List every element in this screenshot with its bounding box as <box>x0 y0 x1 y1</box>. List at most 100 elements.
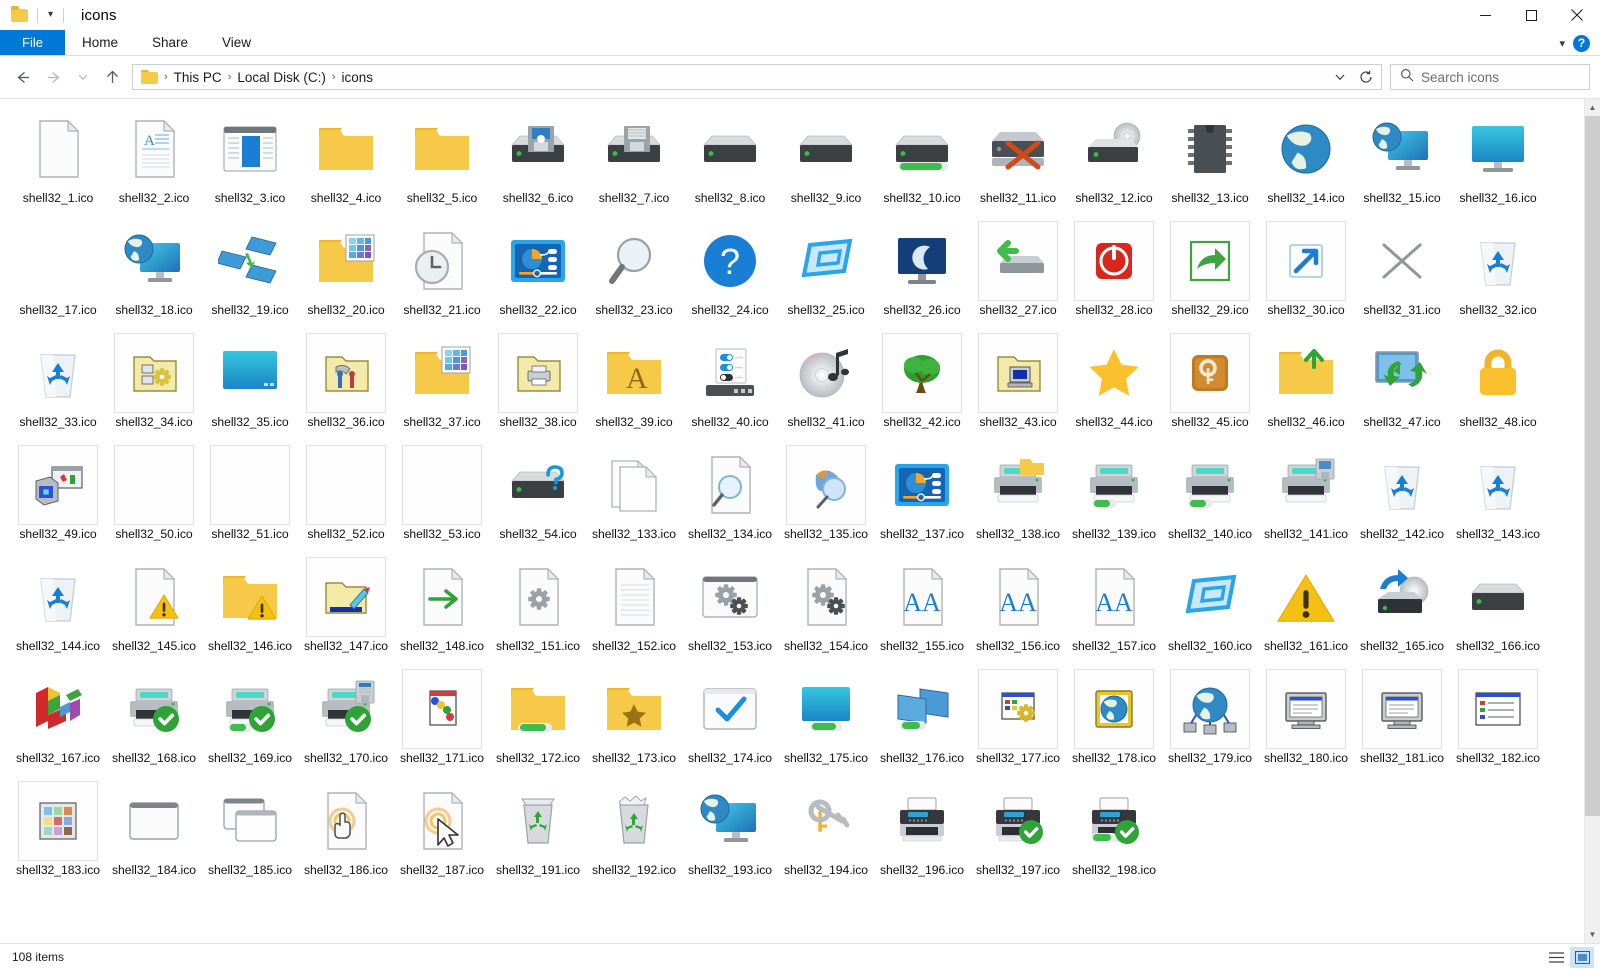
scrollbar-thumb[interactable] <box>1585 116 1600 816</box>
back-button[interactable] <box>6 61 38 93</box>
file-item[interactable]: shell32_18.ico <box>106 217 202 329</box>
forward-button[interactable] <box>38 61 70 93</box>
file-item[interactable]: shell32_194.ico <box>778 777 874 889</box>
file-item[interactable]: shell32_198.ico <box>1066 777 1162 889</box>
chevron-down-icon[interactable]: ▾ <box>45 10 56 20</box>
file-item[interactable]: shell32_196.ico <box>874 777 970 889</box>
file-item[interactable]: shell32_30.ico <box>1258 217 1354 329</box>
help-icon[interactable]: ? <box>1573 35 1590 52</box>
file-item[interactable]: AAshell32_157.ico <box>1066 553 1162 665</box>
file-item[interactable]: shell32_134.ico <box>682 441 778 553</box>
large-icons-view-icon[interactable] <box>1570 947 1594 968</box>
file-item[interactable]: shell32_17.ico <box>10 217 106 329</box>
vertical-scrollbar[interactable]: ▲ ▼ <box>1584 99 1600 943</box>
file-item[interactable]: shell32_6.ico <box>490 105 586 217</box>
file-item[interactable]: shell32_138.ico <box>970 441 1066 553</box>
file-item[interactable]: shell32_181.ico <box>1354 665 1450 777</box>
file-item[interactable]: shell32_165.ico <box>1354 553 1450 665</box>
file-item[interactable]: shell32_140.ico <box>1162 441 1258 553</box>
file-item[interactable]: shell32_14.ico <box>1258 105 1354 217</box>
file-item[interactable]: shell32_169.ico <box>202 665 298 777</box>
file-item[interactable]: shell32_144.ico <box>10 553 106 665</box>
search-input[interactable]: Search icons <box>1421 70 1499 85</box>
file-item[interactable]: shell32_50.ico <box>106 441 202 553</box>
file-item[interactable]: shell32_154.ico <box>778 553 874 665</box>
file-item[interactable]: shell32_183.ico <box>10 777 106 889</box>
file-item[interactable]: shell32_151.ico <box>490 553 586 665</box>
file-item[interactable]: shell32_38.ico <box>490 329 586 441</box>
file-item[interactable]: shell32_141.ico <box>1258 441 1354 553</box>
file-item[interactable]: shell32_37.ico <box>394 329 490 441</box>
file-grid[interactable]: shell32_1.icoAshell32_2.icoshell32_3.ico… <box>0 99 1584 943</box>
file-item[interactable]: shell32_147.ico <box>298 553 394 665</box>
file-item[interactable]: shell32_161.ico <box>1258 553 1354 665</box>
file-item[interactable]: shell32_170.ico <box>298 665 394 777</box>
file-item[interactable]: shell32_145.ico <box>106 553 202 665</box>
file-item[interactable]: shell32_7.ico <box>586 105 682 217</box>
file-item[interactable]: shell32_137.ico <box>874 441 970 553</box>
file-item[interactable]: shell32_175.ico <box>778 665 874 777</box>
file-item[interactable]: Ashell32_2.ico <box>106 105 202 217</box>
file-item[interactable]: shell32_167.ico <box>10 665 106 777</box>
file-item[interactable]: shell32_176.ico <box>874 665 970 777</box>
file-item[interactable]: shell32_33.ico <box>10 329 106 441</box>
minimize-button[interactable] <box>1462 0 1508 30</box>
file-item[interactable]: shell32_197.ico <box>970 777 1066 889</box>
file-item[interactable]: shell32_152.ico <box>586 553 682 665</box>
file-item[interactable]: shell32_135.ico <box>778 441 874 553</box>
file-item[interactable]: shell32_36.ico <box>298 329 394 441</box>
file-item[interactable]: shell32_192.ico <box>586 777 682 889</box>
file-item[interactable]: shell32_12.ico <box>1066 105 1162 217</box>
file-item[interactable]: shell32_29.ico <box>1162 217 1258 329</box>
file-item[interactable]: shell32_47.ico <box>1354 329 1450 441</box>
file-item[interactable]: shell32_25.ico <box>778 217 874 329</box>
file-item[interactable]: shell32_153.ico <box>682 553 778 665</box>
file-item[interactable]: shell32_45.ico <box>1162 329 1258 441</box>
file-item[interactable]: shell32_10.ico <box>874 105 970 217</box>
file-item[interactable]: shell32_185.ico <box>202 777 298 889</box>
file-item[interactable]: shell32_168.ico <box>106 665 202 777</box>
file-item[interactable]: shell32_32.ico <box>1450 217 1546 329</box>
file-item[interactable]: shell32_49.ico <box>10 441 106 553</box>
file-item[interactable]: shell32_31.ico <box>1354 217 1450 329</box>
file-item[interactable]: shell32_180.ico <box>1258 665 1354 777</box>
maximize-button[interactable] <box>1508 0 1554 30</box>
breadcrumb-local-disk[interactable]: Local Disk (C:) <box>232 68 331 87</box>
file-item[interactable]: shell32_177.ico <box>970 665 1066 777</box>
file-item[interactable]: shell32_46.ico <box>1258 329 1354 441</box>
chevron-down-icon[interactable] <box>1327 65 1353 89</box>
file-item[interactable]: shell32_187.ico <box>394 777 490 889</box>
file-item[interactable]: shell32_178.ico <box>1066 665 1162 777</box>
file-item[interactable]: shell32_16.ico <box>1450 105 1546 217</box>
file-item[interactable]: shell32_54.ico <box>490 441 586 553</box>
file-item[interactable]: shell32_3.ico <box>202 105 298 217</box>
chevron-down-icon[interactable]: ▾ <box>1559 37 1565 50</box>
file-item[interactable]: shell32_191.ico <box>490 777 586 889</box>
file-item[interactable]: shell32_186.ico <box>298 777 394 889</box>
file-item[interactable]: shell32_53.ico <box>394 441 490 553</box>
file-item[interactable]: shell32_9.ico <box>778 105 874 217</box>
file-item[interactable]: shell32_35.ico <box>202 329 298 441</box>
file-item[interactable]: shell32_184.ico <box>106 777 202 889</box>
breadcrumb-icons[interactable]: icons <box>337 68 379 87</box>
details-view-icon[interactable] <box>1544 947 1568 968</box>
file-item[interactable]: shell32_193.ico <box>682 777 778 889</box>
file-item[interactable]: shell32_5.ico <box>394 105 490 217</box>
file-item[interactable]: shell32_139.ico <box>1066 441 1162 553</box>
recent-locations-button[interactable] <box>70 61 96 93</box>
file-item[interactable]: shell32_143.ico <box>1450 441 1546 553</box>
file-item[interactable]: shell32_142.ico <box>1354 441 1450 553</box>
search-box[interactable]: Search icons <box>1390 64 1590 90</box>
file-item[interactable]: shell32_148.ico <box>394 553 490 665</box>
file-item[interactable]: shell32_23.ico <box>586 217 682 329</box>
file-item[interactable]: shell32_51.ico <box>202 441 298 553</box>
file-item[interactable]: Ashell32_39.ico <box>586 329 682 441</box>
file-item[interactable]: ?shell32_24.ico <box>682 217 778 329</box>
file-item[interactable]: shell32_27.ico <box>970 217 1066 329</box>
file-item[interactable]: shell32_52.ico <box>298 441 394 553</box>
refresh-icon[interactable] <box>1353 65 1379 89</box>
file-item[interactable]: shell32_44.ico <box>1066 329 1162 441</box>
file-item[interactable]: shell32_166.ico <box>1450 553 1546 665</box>
file-item[interactable]: shell32_40.ico <box>682 329 778 441</box>
file-item[interactable]: shell32_4.ico <box>298 105 394 217</box>
